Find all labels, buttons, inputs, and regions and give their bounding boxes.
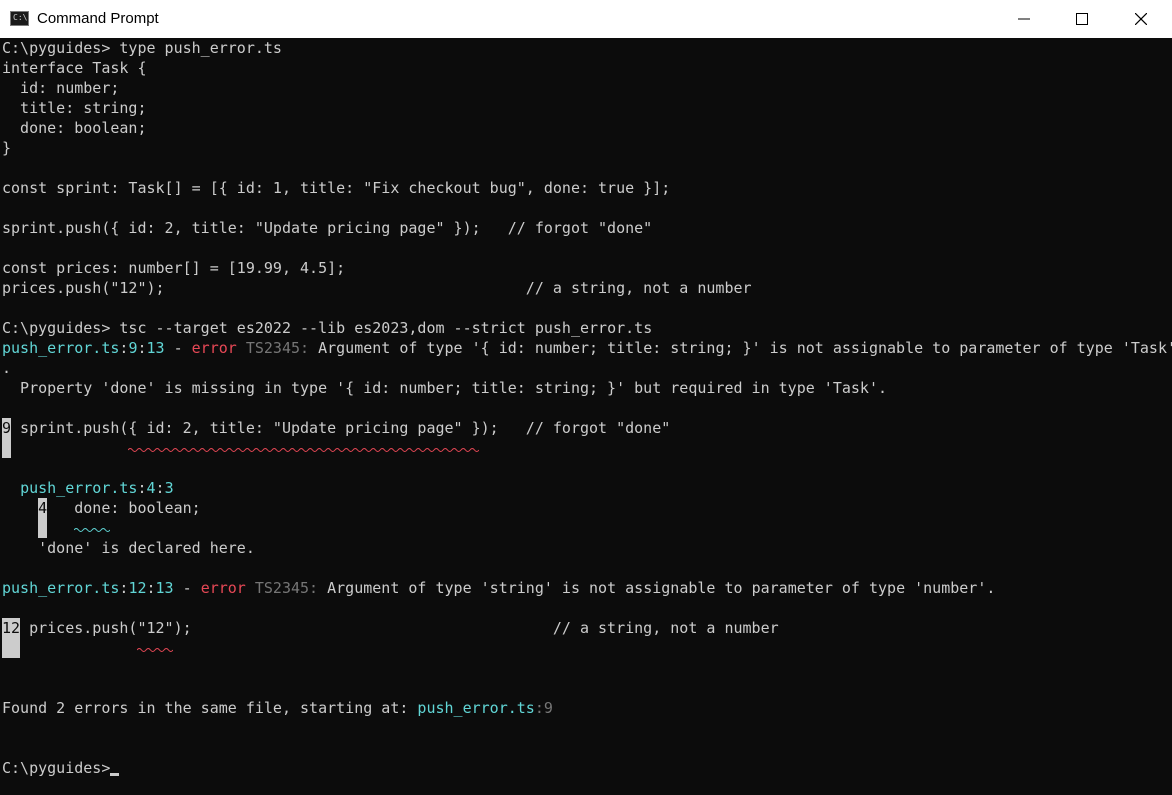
error-code: TS2345: xyxy=(245,579,319,597)
command-text: type push_error.ts xyxy=(110,39,282,57)
command-line: C:\pyguides> tsc --target es2022 --lib e… xyxy=(2,318,652,338)
close-button[interactable] xyxy=(1112,0,1170,38)
line-number-gutter: 4 xyxy=(38,498,48,518)
command-prompt-icon: C:\ xyxy=(10,11,29,26)
prompt: C:\pyguides> xyxy=(2,39,111,57)
error-detail: Property 'done' is missing in type '{ id… xyxy=(2,379,888,397)
command-line: C:\pyguides> type push_error.ts xyxy=(2,38,282,58)
error-squiggle xyxy=(137,648,173,652)
prompt: C:\pyguides> xyxy=(2,759,111,777)
related-line: 4 xyxy=(146,479,156,497)
line-number-gutter: 9 xyxy=(2,418,12,438)
related-location: push_error.ts:4:3 xyxy=(20,479,174,497)
error-col: 13 xyxy=(155,579,174,597)
error-level: error xyxy=(200,579,246,597)
related-col: 3 xyxy=(164,479,174,497)
error-header: push_error.ts:12:13 - error TS2345: Argu… xyxy=(2,579,996,597)
line-number-gutter-continuation xyxy=(2,638,20,658)
squiggle-path xyxy=(128,448,479,452)
window-title: Command Prompt xyxy=(37,10,159,27)
error-line: 12 xyxy=(128,579,147,597)
text-cursor xyxy=(110,773,120,776)
terminal-output[interactable]: C:\pyguides> type push_error.ts interfac… xyxy=(0,38,1172,795)
related-snippet: 4 done: boolean; xyxy=(2,498,201,518)
error-snippet: 9 sprint.push({ id: 2, title: "Update pr… xyxy=(2,418,670,438)
summary-file: push_error.ts xyxy=(417,699,535,717)
snippet-code: done: boolean; xyxy=(47,499,201,517)
line-number-gutter-continuation xyxy=(2,438,11,458)
error-file: push_error.ts xyxy=(2,579,120,597)
command-text: tsc --target es2022 --lib es2023,dom --s… xyxy=(110,319,653,337)
related-file: push_error.ts xyxy=(20,479,138,497)
maximize-icon xyxy=(1076,13,1088,25)
source-line: id: number; xyxy=(2,79,120,97)
summary-line-number: 9 xyxy=(543,699,553,717)
close-icon xyxy=(1135,13,1147,25)
source-line: sprint.push({ id: 2, title: "Update pric… xyxy=(2,219,653,237)
source-line: const sprint: Task[] = [{ id: 1, title: … xyxy=(2,179,671,197)
source-line: title: string; xyxy=(2,99,147,117)
error-message: Argument of type 'string' is not assigna… xyxy=(318,579,996,597)
error-level: error xyxy=(191,339,237,357)
error-header: push_error.ts:9:13 - error TS2345: Argum… xyxy=(2,338,1172,358)
error-col: 13 xyxy=(146,339,165,357)
line-number-gutter-continuation xyxy=(38,518,47,538)
title-bar[interactable]: C:\ Command Prompt xyxy=(0,0,1172,38)
squiggle-path xyxy=(137,648,173,652)
snippet-code: prices.push("12"); // a string, not a nu… xyxy=(20,619,779,637)
command-line[interactable]: C:\pyguides> xyxy=(2,758,120,778)
minimize-icon xyxy=(1018,18,1030,20)
source-line: const prices: number[] = [19.99, 4.5]; xyxy=(2,259,346,277)
summary-line: Found 2 errors in the same file, startin… xyxy=(2,699,553,717)
maximize-button[interactable] xyxy=(1053,0,1111,38)
minimize-button[interactable] xyxy=(995,0,1053,38)
error-squiggle xyxy=(128,448,479,452)
summary-text: Found 2 errors in the same file, startin… xyxy=(2,699,418,717)
error-code: TS2345: xyxy=(236,339,310,357)
squiggle-path xyxy=(74,528,110,532)
error-file: push_error.ts xyxy=(2,339,120,357)
snippet-code: sprint.push({ id: 2, title: "Update pric… xyxy=(11,419,671,437)
source-line: done: boolean; xyxy=(2,119,147,137)
error-snippet: 12 prices.push("12"); // a string, not a… xyxy=(2,618,779,638)
error-wrap: . xyxy=(2,359,12,377)
line-number-gutter: 12 xyxy=(2,618,21,638)
source-line: interface Task { xyxy=(2,59,147,77)
source-line: } xyxy=(2,139,12,157)
error-message: Argument of type '{ id: number; title: s… xyxy=(309,339,1172,357)
source-line: prices.push("12"); // a string, not a nu… xyxy=(2,279,752,297)
info-squiggle xyxy=(74,528,110,532)
prompt: C:\pyguides> xyxy=(2,319,111,337)
related-note: 'done' is declared here. xyxy=(2,539,255,557)
